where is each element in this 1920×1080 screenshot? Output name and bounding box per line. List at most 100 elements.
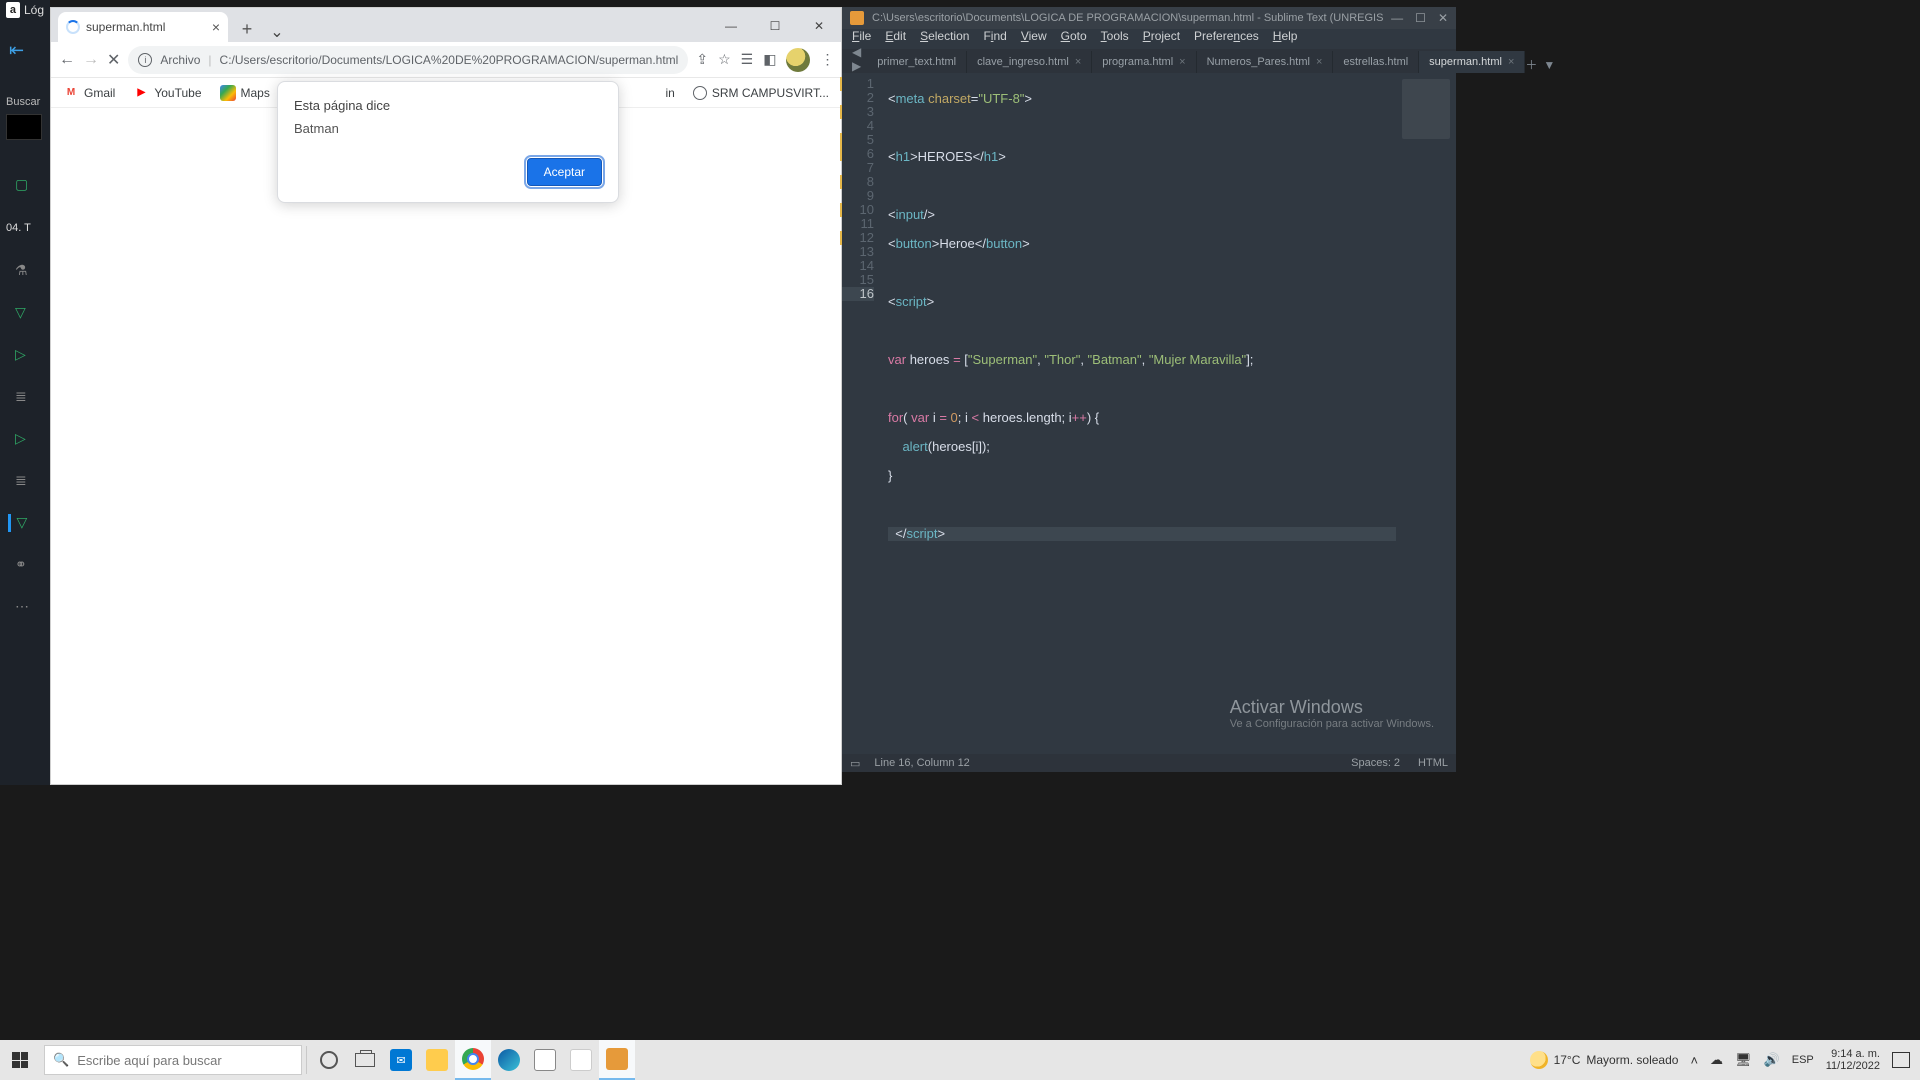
menu-tools[interactable]: Tools bbox=[1101, 29, 1129, 49]
book-icon[interactable]: ▽ bbox=[8, 514, 34, 532]
new-tab-icon[interactable]: ＋ bbox=[1525, 56, 1537, 73]
taskbar-app-mail[interactable]: ✉ bbox=[383, 1040, 419, 1080]
close-tab-icon[interactable]: × bbox=[1075, 56, 1081, 68]
sidebar-search-input[interactable] bbox=[6, 114, 42, 140]
taskbar-app-store[interactable]: 🛍 bbox=[527, 1040, 563, 1080]
editor-tab[interactable]: clave_ingreso.html× bbox=[967, 51, 1092, 73]
minimize-button[interactable]: — bbox=[1391, 11, 1403, 25]
editor-tab[interactable]: Numeros_Pares.html× bbox=[1197, 51, 1334, 73]
tab-menu-icon[interactable]: ▼ bbox=[1543, 58, 1555, 72]
bookmark-trunc[interactable]: in bbox=[666, 86, 675, 100]
background-app-title: Lóg bbox=[24, 3, 44, 17]
list-icon-2[interactable]: ≣ bbox=[15, 472, 35, 490]
flask-icon[interactable]: ⚗ bbox=[15, 262, 35, 280]
kebab-menu-icon[interactable]: ⋮ bbox=[820, 51, 834, 68]
bookmark-maps[interactable]: Maps bbox=[220, 85, 270, 101]
close-button[interactable]: ✕ bbox=[1438, 11, 1448, 25]
sublime-menubar[interactable]: File Edit Selection Find View Goto Tools… bbox=[842, 29, 1456, 49]
menu-goto[interactable]: Goto bbox=[1061, 29, 1087, 49]
taskbar-search[interactable]: 🔍 Escribe aquí para buscar bbox=[44, 1045, 302, 1075]
toolbar-right: ⇪ ☆ ☰ ◧ ⋮ bbox=[696, 48, 834, 72]
close-tab-icon[interactable]: × bbox=[1179, 56, 1185, 68]
more-icon[interactable]: ⋯ bbox=[15, 598, 35, 616]
sublime-tabbar: ◀ ▶ primer_text.html clave_ingreso.html×… bbox=[842, 49, 1456, 73]
tray-overflow-icon[interactable]: ˄ bbox=[1690, 1053, 1698, 1068]
reading-list-icon[interactable]: ☰ bbox=[741, 51, 754, 68]
bookmark-gmail[interactable]: MGmail bbox=[63, 85, 115, 101]
sublime-icon bbox=[606, 1048, 628, 1070]
address-bar[interactable]: i Archivo | C:/Users/escritorio/Document… bbox=[128, 46, 688, 74]
play-icon[interactable]: ▷ bbox=[15, 346, 35, 364]
activation-title: Activar Windows bbox=[1230, 697, 1434, 718]
code-editor[interactable]: 12345678910111213141516 <meta charset="U… bbox=[842, 73, 1456, 754]
share-icon[interactable]: ⇪ bbox=[696, 51, 708, 68]
editor-tab[interactable]: primer_text.html bbox=[867, 51, 967, 73]
list-icon[interactable]: ≣ bbox=[15, 388, 35, 406]
browser-tab[interactable]: superman.html × bbox=[58, 12, 228, 42]
panel-switcher-icon[interactable]: ▭ bbox=[850, 757, 860, 770]
minimize-button[interactable]: — bbox=[709, 10, 753, 42]
menu-edit[interactable]: Edit bbox=[885, 29, 906, 49]
weather-widget[interactable]: 17°C Mayorm. soleado bbox=[1530, 1051, 1679, 1069]
clock[interactable]: 9:14 a. m. 11/12/2022 bbox=[1826, 1048, 1880, 1072]
forward-button[interactable]: → bbox=[83, 51, 99, 69]
editor-tab-active[interactable]: superman.html× bbox=[1419, 51, 1525, 73]
close-tab-icon[interactable]: × bbox=[212, 19, 220, 35]
task-view-button[interactable] bbox=[347, 1040, 383, 1080]
play-icon-2[interactable]: ▷ bbox=[15, 430, 35, 448]
close-tab-icon[interactable]: × bbox=[1508, 56, 1514, 68]
menu-help[interactable]: Help bbox=[1273, 29, 1298, 49]
editor-tab[interactable]: programa.html× bbox=[1092, 51, 1196, 73]
weather-temperature: 17°C bbox=[1554, 1053, 1581, 1067]
site-info-icon[interactable]: i bbox=[138, 53, 152, 67]
shield-icon[interactable]: ▽ bbox=[15, 304, 35, 322]
onedrive-icon[interactable]: ☁ bbox=[1710, 1052, 1723, 1068]
taskbar-app-explorer[interactable] bbox=[419, 1040, 455, 1080]
bookmark-youtube[interactable]: ▶YouTube bbox=[133, 85, 201, 101]
menu-find[interactable]: Find bbox=[983, 29, 1006, 49]
close-tab-icon[interactable]: × bbox=[1316, 56, 1322, 68]
address-url: C:/Users/escritorio/Documents/LOGICA%20D… bbox=[220, 53, 679, 67]
menu-view[interactable]: View bbox=[1021, 29, 1047, 49]
new-tab-button[interactable]: + bbox=[234, 16, 260, 42]
start-button[interactable] bbox=[0, 1040, 40, 1080]
input-language[interactable]: ESP bbox=[1792, 1054, 1814, 1066]
volume-icon[interactable]: 🔊 bbox=[1764, 1052, 1780, 1068]
taskbar-app-edge[interactable] bbox=[491, 1040, 527, 1080]
maps-icon bbox=[220, 85, 236, 101]
profile-avatar[interactable] bbox=[786, 48, 810, 72]
syntax-setting[interactable]: HTML bbox=[1418, 757, 1448, 769]
tab-overflow[interactable]: ＋▼ bbox=[1525, 56, 1561, 73]
notifications-icon[interactable] bbox=[1892, 1052, 1910, 1068]
file-icon[interactable]: ▢ bbox=[15, 176, 35, 194]
sidebar-item[interactable]: 04. T bbox=[0, 218, 50, 238]
bookmark-star-icon[interactable]: ☆ bbox=[718, 51, 731, 68]
stop-reload-button[interactable]: ✕ bbox=[107, 50, 120, 70]
tab-history-nav[interactable]: ◀ ▶ bbox=[846, 45, 867, 73]
accept-button[interactable]: Aceptar bbox=[527, 158, 602, 186]
chrome-titlebar: superman.html × + ⌄ — ☐ ✕ bbox=[51, 8, 841, 42]
minimap[interactable] bbox=[1396, 73, 1456, 754]
maximize-button[interactable]: ☐ bbox=[1415, 11, 1426, 25]
menu-project[interactable]: Project bbox=[1143, 29, 1180, 49]
bookmark-srm[interactable]: SRM CAMPUSVIRT... bbox=[693, 86, 829, 100]
tab-overflow-icon[interactable]: ⌄ bbox=[260, 22, 294, 42]
indent-setting[interactable]: Spaces: 2 bbox=[1351, 757, 1400, 769]
taskbar-app-sublime[interactable] bbox=[599, 1040, 635, 1080]
network-icon[interactable]: 🖥 bbox=[1735, 1052, 1752, 1068]
menu-preferences[interactable]: Preferences bbox=[1194, 29, 1259, 49]
taskbar-app-chrome[interactable] bbox=[455, 1040, 491, 1080]
maximize-button[interactable]: ☐ bbox=[753, 10, 797, 42]
code-area[interactable]: <meta charset="UTF-8"> <h1>HEROES</h1> <… bbox=[882, 73, 1456, 754]
side-panel-icon[interactable]: ◧ bbox=[763, 51, 776, 68]
back-button[interactable]: ← bbox=[59, 51, 75, 69]
menu-selection[interactable]: Selection bbox=[920, 29, 969, 49]
group-icon[interactable]: ⚭ bbox=[15, 556, 35, 574]
editor-tab[interactable]: estrellas.html bbox=[1333, 51, 1419, 73]
collapse-sidebar-icon[interactable]: ⇤ bbox=[9, 40, 50, 61]
cortana-button[interactable] bbox=[311, 1040, 347, 1080]
bookmark-label: YouTube bbox=[154, 86, 201, 100]
close-window-button[interactable]: ✕ bbox=[797, 10, 841, 42]
taskbar-app-unknown[interactable]: ◕ bbox=[563, 1040, 599, 1080]
dialog-title: Esta página dice bbox=[294, 98, 602, 113]
